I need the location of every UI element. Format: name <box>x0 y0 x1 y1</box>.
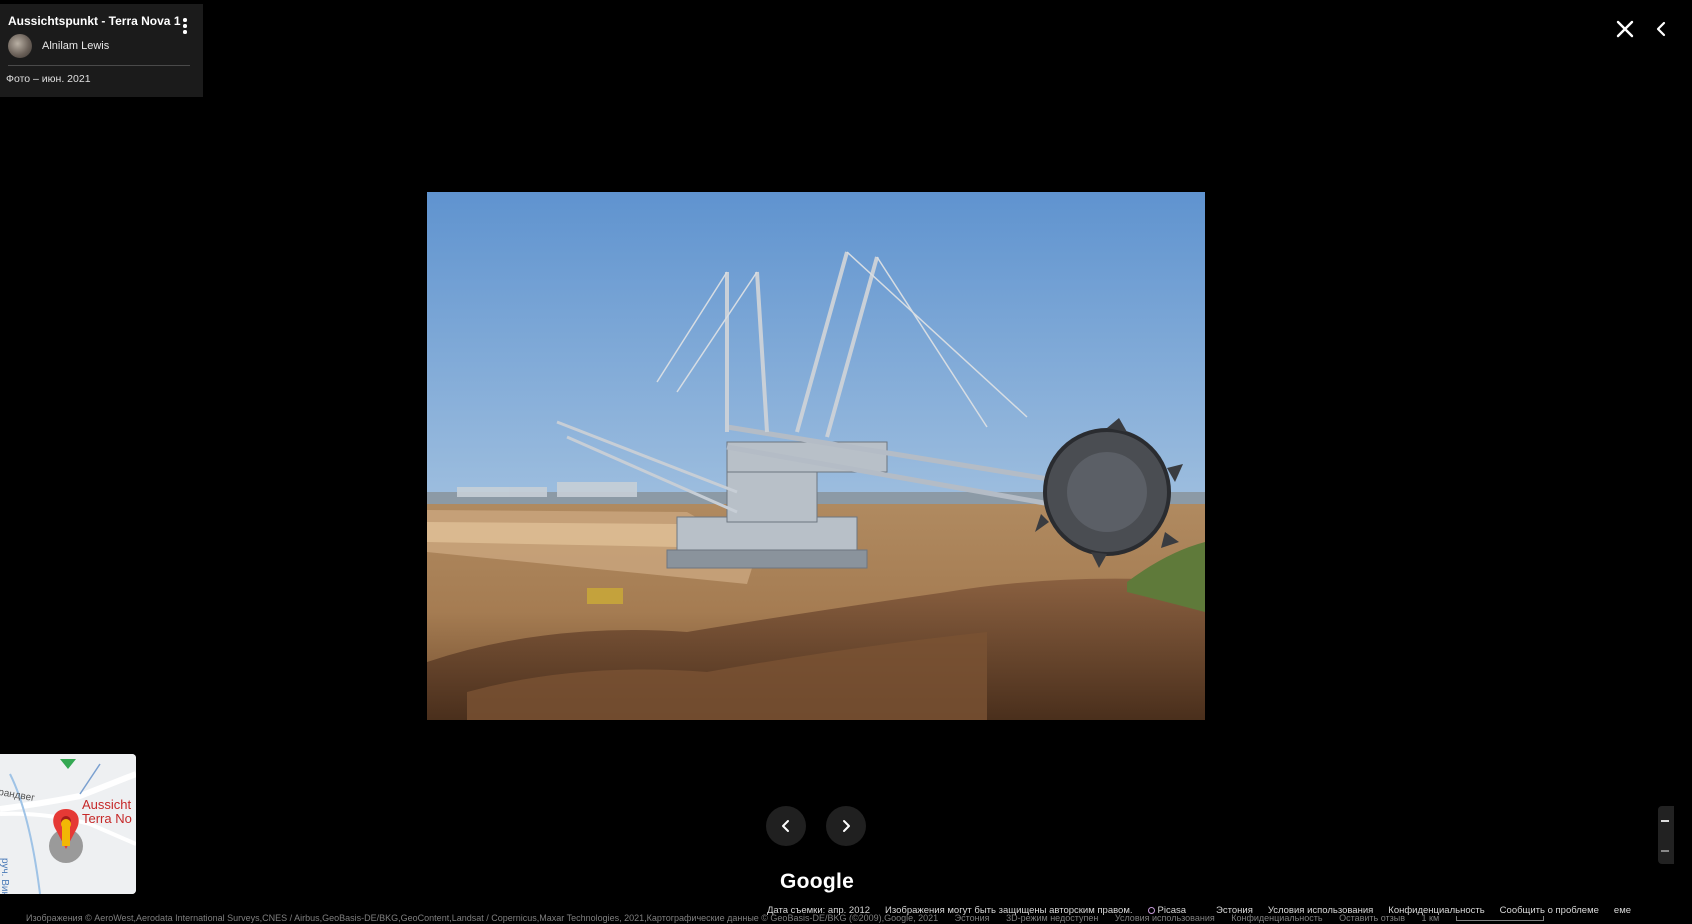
author-row[interactable]: Alnilam Lewis <box>8 34 203 58</box>
photo-info-card: Aussichtspunkt - Terra Nova 1 Alnilam Le… <box>0 4 203 97</box>
attrib-terms[interactable]: Условия использования <box>1115 913 1215 923</box>
author-name[interactable]: Alnilam Lewis <box>42 40 109 52</box>
mini-map[interactable]: Aussicht Terra No рандвег руч. Вин <box>0 754 136 894</box>
next-photo-button[interactable] <box>826 806 866 846</box>
chevron-left-icon <box>782 820 789 832</box>
chevron-left-icon <box>1656 21 1666 37</box>
attrib-3d-mode[interactable]: 3D-режим недоступен <box>1006 913 1098 923</box>
map-attribution-bar: Изображения © AeroWest,Aerodata Internat… <box>0 913 1692 924</box>
chevron-right-icon <box>843 820 850 832</box>
google-logo: Google <box>780 870 855 893</box>
attrib-country[interactable]: Эстония <box>955 913 990 923</box>
attrib-feedback[interactable]: Оставить отзыв <box>1339 913 1405 923</box>
zoom-control[interactable] <box>1658 806 1674 864</box>
place-title[interactable]: Aussichtspunkt - Terra Nova 1 <box>8 14 203 28</box>
more-vert-icon[interactable] <box>182 18 188 36</box>
previous-photo-button[interactable] <box>766 806 806 846</box>
divider <box>8 65 190 66</box>
main-photo[interactable] <box>427 192 1205 720</box>
map-stream-label: руч. Вин <box>0 858 10 894</box>
close-button[interactable] <box>1614 18 1636 40</box>
attrib-privacy[interactable]: Конфиденциальность <box>1231 913 1322 923</box>
excavator-photo <box>427 192 1205 720</box>
imagery-attribution: Изображения © AeroWest,Aerodata Internat… <box>26 913 939 923</box>
collapse-panel-button[interactable] <box>1653 18 1669 40</box>
scale-bar <box>1455 916 1544 922</box>
photo-date: Фото – июн. 2021 <box>6 73 91 85</box>
avatar[interactable] <box>8 34 32 58</box>
scale-label[interactable]: 1 км <box>1422 913 1440 923</box>
close-icon <box>1616 20 1634 38</box>
map-place-label: Aussicht Terra No <box>82 797 132 826</box>
